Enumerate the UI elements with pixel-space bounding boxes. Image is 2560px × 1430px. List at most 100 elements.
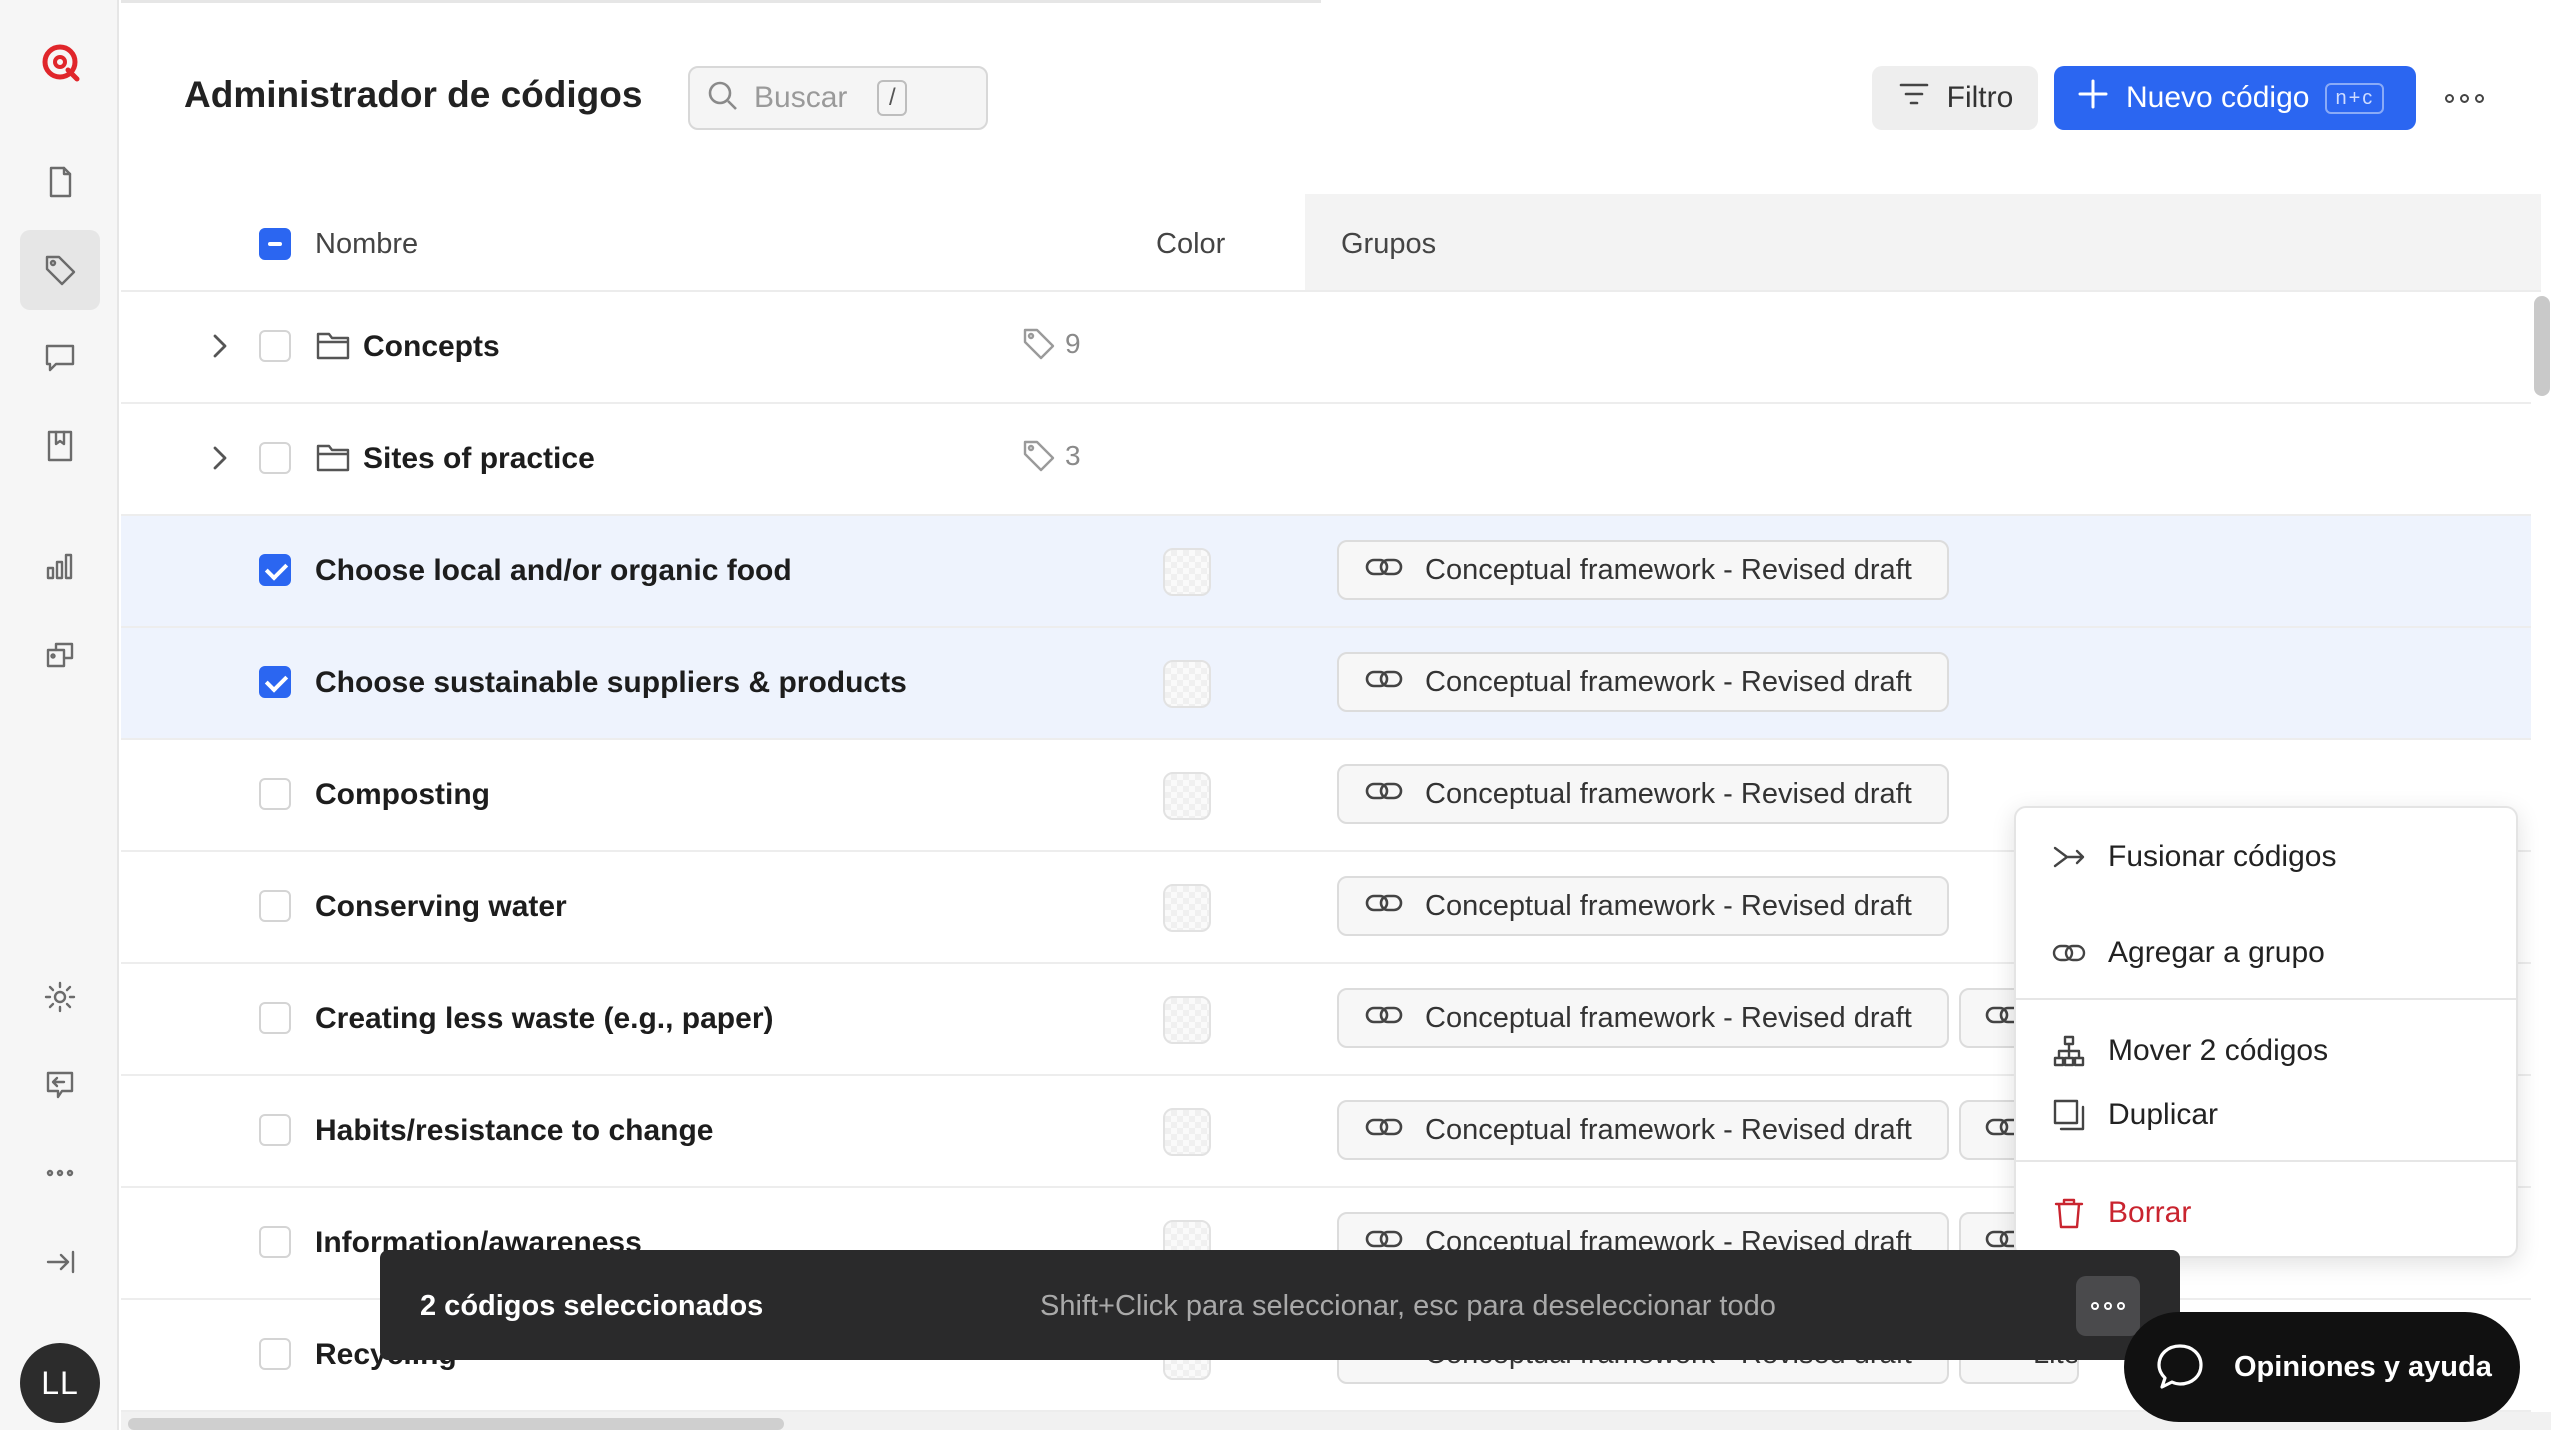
code-count: 9 [1021,326,1081,362]
color-swatch[interactable] [1163,884,1211,932]
menu-item-add-to-group[interactable]: Agregar a grupo [2052,936,2325,970]
color-swatch[interactable] [1163,996,1211,1044]
more-options-icon[interactable] [20,1133,100,1213]
header-more-button[interactable] [2442,80,2486,116]
code-count-value: 3 [1065,440,1081,471]
app-root: LL Administrador de códigos Buscar / Fil… [0,0,2560,1430]
chevron-right-icon[interactable] [207,330,233,362]
duplicate-icon [2053,1099,2085,1131]
row-checkbox[interactable] [259,778,291,810]
link-icon [1365,890,1403,923]
search-shortcut-badge: / [877,80,908,116]
avatar[interactable]: LL [20,1343,100,1423]
group-chip[interactable]: Conceptual framework - Revised draft [1337,988,1949,1048]
row-checkbox[interactable] [259,442,291,474]
menu-item-label: Agregar a grupo [2108,936,2325,969]
merge-icon [2053,846,2085,868]
code-name: Conserving water [315,890,567,923]
left-rail: LL [0,0,119,1430]
collapse-sidebar-icon[interactable] [20,1222,100,1302]
menu-item-label: Mover 2 códigos [2108,1034,2329,1067]
code-name: Composting [315,778,490,811]
row-checkbox[interactable] [259,1226,291,1258]
row-checkbox[interactable] [259,554,291,586]
folder-name: Sites of practice [363,442,595,475]
folder-icon [315,328,351,362]
filter-icon [1897,77,1931,119]
logo-icon[interactable] [20,22,100,102]
page-title: Administrador de códigos [184,74,643,115]
new-code-shortcut: n+c [2325,82,2385,114]
groups-header-bg [1305,194,2541,290]
menu-item-delete[interactable]: Borrar [2052,1196,2191,1230]
new-code-label: Nuevo código [2126,81,2310,114]
selection-count: 2 códigos seleccionados [420,1290,764,1322]
chevron-right-icon[interactable] [207,442,233,474]
group-chip-label: Conceptual framework - Revised draft [1425,777,1912,810]
group-chip-label: Conceptual framework - Revised draft [1425,1001,1912,1034]
group-chip-label: Conceptual framework - Revised draft [1425,665,1912,698]
new-code-button[interactable]: Nuevo código n+c [2054,66,2416,130]
code-name: Habits/resistance to change [315,1114,714,1147]
column-header-color[interactable]: Color [1156,228,1225,261]
row-checkbox[interactable] [259,1338,291,1370]
column-header-groups[interactable]: Grupos [1341,228,1436,261]
table-row[interactable]: Choose local and/or organic food Concept… [121,516,2531,628]
search-placeholder: Buscar [754,81,848,114]
code-count-value: 9 [1065,328,1081,359]
link-icon [1365,1114,1403,1147]
color-swatch[interactable] [1163,660,1211,708]
trash-icon [2054,1198,2084,1229]
folder-row[interactable]: Concepts 9 [121,292,2531,404]
select-all-checkbox[interactable] [259,228,291,260]
menu-item-label: Borrar [2108,1196,2192,1229]
selection-more-button[interactable] [2076,1276,2140,1336]
bookmark-icon[interactable] [20,406,100,486]
link-icon [1365,554,1403,587]
feedback-help-button[interactable]: Opiniones y ayuda [2124,1312,2520,1422]
column-header-name[interactable]: Nombre [315,228,418,261]
row-checkbox[interactable] [259,890,291,922]
group-chip[interactable]: Conceptual framework - Revised draft [1337,652,1949,712]
color-swatch[interactable] [1163,772,1211,820]
code-count: 3 [1021,438,1081,474]
comments-icon[interactable] [20,318,100,398]
horizontal-scrollbar[interactable] [128,1418,784,1430]
link-icon [1365,666,1403,699]
folder-row[interactable]: Sites of practice 3 [121,404,2531,516]
vertical-scrollbar[interactable] [2534,296,2550,396]
codes-tag-icon[interactable] [20,230,100,310]
filter-button[interactable]: Filtro [1872,66,2038,130]
link-icon [1365,778,1403,811]
loading-line [121,0,1321,3]
search-input[interactable]: Buscar / [688,66,988,130]
row-checkbox[interactable] [259,666,291,698]
tag-icon [1023,328,1055,360]
row-checkbox[interactable] [259,1002,291,1034]
link-icon [1365,1002,1403,1035]
filter-label: Filtro [1946,81,2014,114]
code-name: Choose local and/or organic food [315,554,792,587]
integrations-icon[interactable] [20,614,100,694]
import-icon[interactable] [20,1045,100,1125]
folder-icon [315,440,351,474]
group-chip[interactable]: Conceptual framework - Revised draft [1337,764,1949,824]
group-chip[interactable]: Conceptual framework - Revised draft [1337,876,1949,936]
plus-icon [2076,77,2126,119]
color-swatch[interactable] [1163,548,1211,596]
group-chip-label: Conceptual framework - Revised draft [1425,889,1912,922]
color-swatch[interactable] [1163,1108,1211,1156]
menu-item-duplicate[interactable]: Duplicar [2052,1098,2218,1132]
folder-name: Concepts [363,330,500,363]
menu-item-merge-codes[interactable]: Fusionar códigos [2052,840,2336,874]
row-checkbox[interactable] [259,1114,291,1146]
settings-gear-icon[interactable] [20,957,100,1037]
group-chip[interactable]: Conceptual framework - Revised draft [1337,1100,1949,1160]
row-checkbox[interactable] [259,330,291,362]
table-row[interactable]: Choose sustainable suppliers & products … [121,628,2531,740]
code-name: Choose sustainable suppliers & products [315,666,907,699]
group-chip[interactable]: Conceptual framework - Revised draft [1337,540,1949,600]
documents-icon[interactable] [20,142,100,222]
chart-icon[interactable] [20,526,100,606]
menu-item-move-codes[interactable]: Mover 2 códigos [2052,1034,2328,1068]
